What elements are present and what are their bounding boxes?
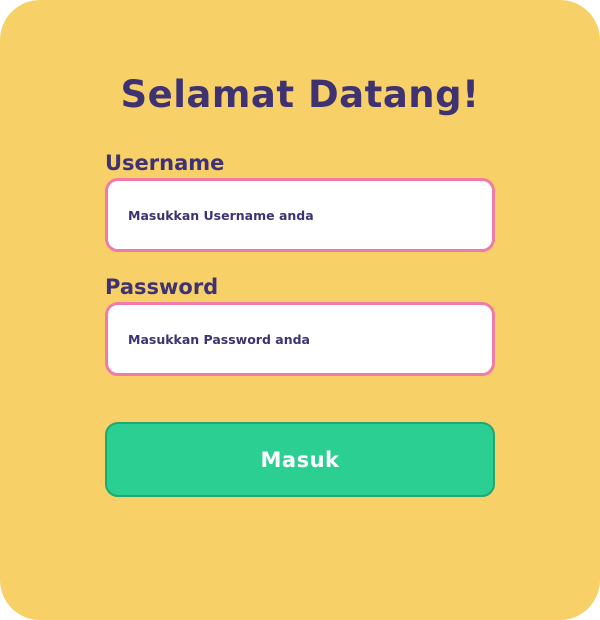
username-input[interactable]	[105, 178, 495, 252]
username-label: Username	[105, 151, 225, 175]
login-button[interactable]: Masuk	[105, 422, 495, 497]
page-title: Selamat Datang!	[120, 73, 480, 116]
login-card: Selamat Datang! Username Password Masuk	[0, 0, 600, 620]
password-input[interactable]	[105, 302, 495, 376]
password-label: Password	[105, 275, 219, 299]
